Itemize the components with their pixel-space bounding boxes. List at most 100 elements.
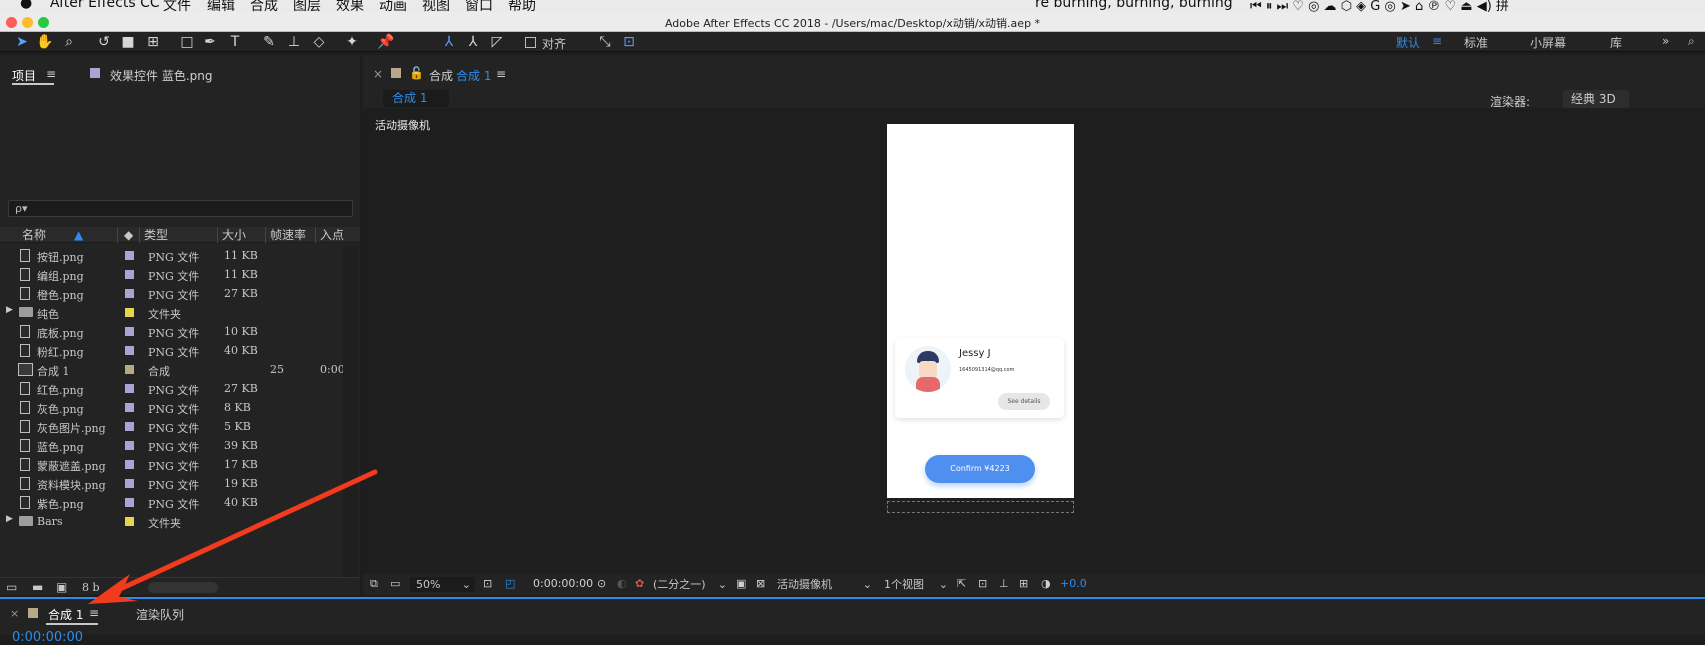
project-search-input[interactable]: ρ▾ [8,200,353,217]
resolution-select[interactable]: (二分之一) ⌄ [649,577,731,592]
label-color-swatch[interactable] [125,365,134,374]
workspace-libraries[interactable]: 库 [1610,34,1622,51]
comp-flowchart-icon[interactable]: ⊥ [999,576,1009,592]
more-workspaces-button[interactable]: » [1662,34,1669,48]
menu-animation[interactable]: 动画 [379,0,407,12]
rectangle-tool-icon[interactable]: □ [178,33,196,51]
exposure-reset-icon[interactable]: ◑ [1041,576,1051,592]
column-name[interactable]: 名称 ▲ [18,227,118,243]
new-folder-icon[interactable]: ▬ [32,580,43,594]
tab-project-menu-icon[interactable]: ≡ [46,67,56,81]
label-color-swatch[interactable] [125,460,134,469]
eraser-tool-icon[interactable]: ◇ [310,33,328,51]
label-color-swatch[interactable] [125,346,134,355]
always-preview-icon[interactable]: ⧉ [370,576,378,592]
comp-breadcrumb[interactable]: 合成 1 [383,90,449,107]
label-color-swatch[interactable] [125,308,134,317]
renderer-select[interactable]: 经典 3D [1563,90,1629,108]
zoom-tool-icon[interactable]: ⌕ [60,33,78,51]
project-item-row[interactable]: 蒙蔽遮盖.png PNG 文件 17 KB [0,455,345,474]
project-item-row[interactable]: 橙色.png PNG 文件 27 KB [0,284,345,303]
selection-tool-icon[interactable]: ➤ [13,33,31,51]
project-item-row[interactable]: 紫色.png PNG 文件 40 KB [0,493,345,512]
project-item-row[interactable]: 底板.png PNG 文件 10 KB [0,322,345,341]
bpc-toggle[interactable]: 8 b [82,581,100,594]
disclosure-triangle-icon[interactable]: ▶ [6,305,13,315]
label-color-swatch[interactable] [125,289,134,298]
roto-brush-tool-icon[interactable]: ✦ [343,33,361,51]
tab-render-queue[interactable]: 渲染队列 [136,606,184,623]
project-item-row[interactable]: 按钮.png PNG 文件 11 KB [0,246,345,265]
label-color-swatch[interactable] [125,498,134,507]
project-item-row[interactable]: ▶ 纯色 文件夹 [0,303,345,322]
label-color-swatch[interactable] [125,384,134,393]
workspace-menu-icon[interactable]: ≡ [1432,34,1442,48]
rotate-tool-icon[interactable]: ↺ [95,33,113,51]
project-item-row[interactable]: 合成 1 合成 25 0:00: [0,360,348,379]
viewer-timecode[interactable]: 0:00:00:00 [533,576,593,592]
label-color-swatch[interactable] [125,327,134,336]
snap-options-icon[interactable]: ⤡ [596,33,614,51]
project-item-row[interactable]: 灰色.png PNG 文件 8 KB [0,398,345,417]
menu-window[interactable]: 窗口 [465,0,493,12]
camera-view-select[interactable]: 活动摄像机 ⌄ [773,577,876,592]
show-snapshot-icon[interactable]: ◐ [617,576,627,592]
menu-help[interactable]: 帮助 [508,0,536,12]
label-color-swatch[interactable] [125,251,134,260]
project-item-row[interactable]: 资料模块.png PNG 文件 19 KB [0,474,345,493]
app-menu[interactable]: After Effects CC [50,0,160,11]
menu-file[interactable]: 文件 [163,0,191,12]
label-color-swatch[interactable] [125,517,134,526]
menu-layer[interactable]: 图层 [293,0,321,12]
camera-tool-icon[interactable]: ■ [119,33,137,51]
toolbar-search-icon[interactable]: ⌕ [1688,34,1695,49]
media-controls-icon[interactable]: ⏮ ⏸ ⏭ ♡ ◎ ☁ ⬡ ◈ G ◎ ➤ ⌂ ℗ ♡ ⏏ ◀) 拼 [1250,0,1509,12]
monitor-icon[interactable]: ▭ [390,576,400,592]
confirm-button[interactable]: Confirm ¥4223 [925,455,1035,483]
snap-checkbox[interactable] [525,37,536,48]
fit-frame-icon[interactable]: ⊡ [483,576,492,592]
menu-composition[interactable]: 合成 [250,0,278,12]
disclosure-triangle-icon[interactable]: ▶ [6,514,13,524]
fast-previews-icon[interactable]: ▣ [736,576,746,592]
menu-view[interactable]: 视图 [422,0,450,12]
exposure-value[interactable]: +0.0 [1060,576,1087,592]
see-details-button[interactable]: See details [998,393,1050,410]
snapshot-icon[interactable]: ⊙ [597,576,606,592]
transparency-grid-icon[interactable]: ⊠ [756,576,765,592]
view-layout-select[interactable]: 1个视图 ⌄ [880,577,952,592]
tab-timeline-comp[interactable]: 合成 1 [48,606,83,623]
view-axis-icon[interactable]: ◸ [488,33,506,51]
interpret-footage-icon[interactable]: ▭ [6,580,17,594]
comp-canvas[interactable]: Jessy J 1645091314@qq.com See details Co… [887,124,1074,498]
tab-project[interactable]: 项目 [12,67,36,84]
close-timeline-tab-icon[interactable]: × [10,607,19,620]
column-size[interactable]: 大小 [218,227,266,243]
thumbnail-zoom-slider[interactable] [148,582,218,593]
magnification-select[interactable]: 50% ⌄ [410,577,475,592]
local-axis-icon[interactable]: ⅄ [440,33,458,51]
column-in-point[interactable]: 入点 [316,227,356,243]
toggle-pixel-aspect-icon[interactable]: ⇱ [957,576,966,592]
close-comp-tab-icon[interactable]: × [373,67,383,81]
label-color-swatch[interactable] [125,441,134,450]
type-tool-icon[interactable]: T [226,33,244,51]
label-color-swatch[interactable] [125,479,134,488]
project-item-row[interactable]: 蓝色.png PNG 文件 39 KB [0,436,345,455]
label-column-icon[interactable]: ◆ [120,227,140,243]
comp-viewer[interactable]: 活动摄像机 Jessy J 1645091314@qq.com See deta… [363,108,1705,582]
hand-tool-icon[interactable]: ✋ [36,33,54,51]
column-fps[interactable]: 帧速率 [266,227,316,243]
workspace-standard[interactable]: 标准 [1464,34,1488,51]
comp-panel-menu-icon[interactable]: ≡ [496,67,506,81]
menu-effect[interactable]: 效果 [336,0,364,12]
project-item-row[interactable]: ▶ Bars 文件夹 [0,512,345,531]
workspace-default[interactable]: 默认 [1396,34,1420,51]
timeline-timecode[interactable]: 0:00:00:00 [12,630,83,645]
tab-effect-controls[interactable]: 效果控件 蓝色.png [110,67,212,84]
timeline-menu-icon[interactable]: ≡ [89,606,99,620]
workspace-small-screen[interactable]: 小屏幕 [1530,34,1566,51]
pan-behind-tool-icon[interactable]: ⊞ [144,33,162,51]
pen-tool-icon[interactable]: ✒ [201,33,219,51]
project-item-row[interactable]: 灰色图片.png PNG 文件 5 KB [0,417,345,436]
